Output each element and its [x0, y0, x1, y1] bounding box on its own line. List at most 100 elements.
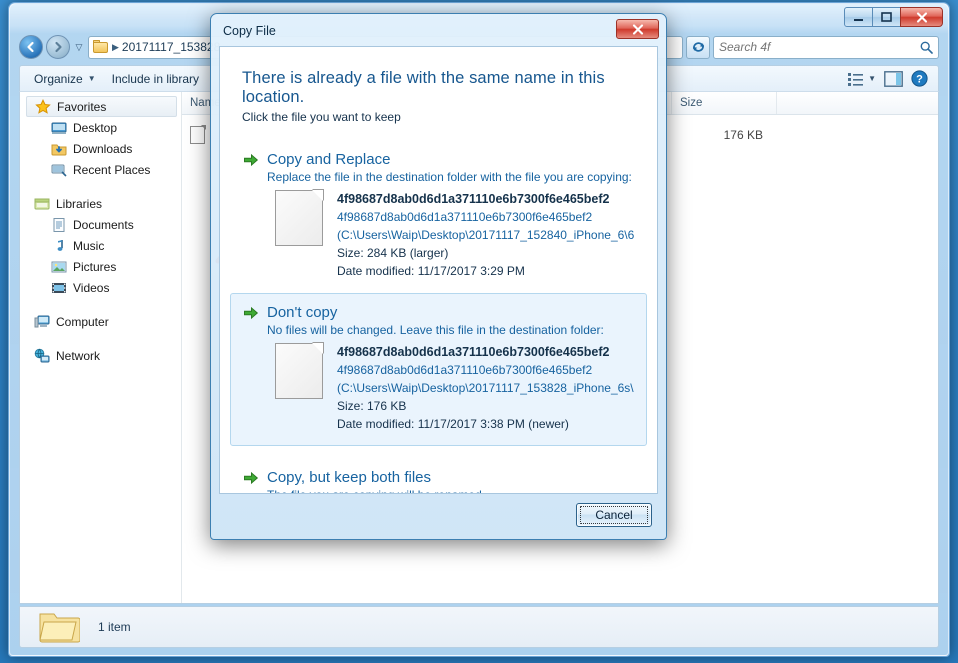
file-subname: 4f98687d8ab0d6d1a371110e6b7300f6e465bef2 [337, 210, 593, 224]
libraries-icon [34, 196, 50, 212]
sidebar-item-label: Documents [73, 217, 134, 232]
recent-places-icon [51, 162, 67, 178]
dialog-footer: Cancel [576, 503, 652, 527]
svg-text:?: ? [916, 73, 923, 85]
preview-pane-icon[interactable] [884, 70, 903, 87]
file-size: Size: 176 KB [337, 399, 407, 413]
sidebar-item-label: Computer [56, 314, 109, 329]
minimize-icon[interactable] [844, 7, 873, 27]
green-arrow-icon [243, 305, 259, 321]
option-description: Replace the file in the destination fold… [267, 170, 632, 184]
sidebar-item-label: Downloads [73, 141, 133, 156]
chevron-down-icon: ▼ [87, 74, 96, 83]
search-input[interactable] [719, 40, 920, 54]
close-icon[interactable] [616, 19, 659, 39]
file-path: (C:\Users\Waip\Desktop\20171117_152840_i… [337, 228, 634, 242]
organize-label: Organize [34, 71, 83, 86]
view-chevron-down-icon[interactable]: ▼ [868, 74, 876, 83]
maximize-icon[interactable] [872, 7, 901, 27]
green-arrow-icon [243, 470, 259, 486]
file-path: (C:\Users\Waip\Desktop\20171117_153828_i… [337, 381, 634, 395]
sidebar-item-label: Recent Places [73, 162, 151, 177]
organize-button[interactable]: Organize ▼ [26, 69, 104, 89]
sidebar-item-desktop[interactable]: Desktop [20, 117, 181, 138]
dialog-subheading: Click the file you want to keep [242, 110, 401, 124]
computer-icon [34, 314, 50, 330]
option-copy-keep-both[interactable]: Copy, but keep both files The file you a… [230, 458, 647, 493]
dialog-titlebar[interactable]: Copy File [211, 14, 666, 46]
close-icon[interactable] [900, 7, 943, 27]
sidebar-item-recent-places[interactable]: Recent Places [20, 159, 181, 180]
file-name: 4f98687d8ab0d6d1a371110e6b7300f6e465bef2 [337, 192, 610, 206]
search-box[interactable] [713, 35, 939, 59]
status-text: 1 item [98, 620, 131, 634]
status-bar: 1 item [19, 606, 939, 648]
option-title-row: Copy, but keep both files [243, 469, 634, 487]
back-arrow-icon[interactable] [19, 35, 43, 59]
include-in-library-label: Include in library [111, 71, 199, 86]
option-title: Don't copy [267, 304, 338, 321]
dialog-body: There is already a file with the same na… [219, 46, 658, 494]
copy-file-dialog: Copy File There is already a file with t… [210, 13, 667, 540]
forward-arrow-icon[interactable] [46, 35, 70, 59]
refresh-icon[interactable] [686, 35, 710, 59]
file-date-modified: Date modified: 11/17/2017 3:29 PM [337, 264, 525, 278]
option-description: No files will be changed. Leave this fil… [267, 323, 604, 337]
option-title-row: Don't copy [243, 304, 634, 322]
sidebar-item-computer[interactable]: Computer [20, 311, 181, 332]
option-title-row: Copy and Replace [243, 151, 634, 169]
sidebar-item-network[interactable]: Network [20, 345, 181, 366]
change-view-button[interactable]: ▼ [848, 72, 876, 86]
history-dropdown-icon[interactable]: ▽ [73, 42, 85, 53]
sidebar-item-label: Favorites [57, 99, 107, 114]
document-icon [275, 342, 324, 399]
sidebar-item-label: Pictures [73, 259, 117, 274]
option-detail: 4f98687d8ab0d6d1a371110e6b7300f6e465bef2… [243, 342, 634, 433]
document-icon [190, 125, 206, 144]
file-size: Size: 284 KB (larger) [337, 246, 449, 260]
breadcrumb[interactable]: 20171117_153828 [122, 40, 220, 54]
folder-icon [38, 610, 81, 644]
sidebar-item-label: Videos [73, 280, 110, 295]
sidebar-item-videos[interactable]: Videos [20, 277, 181, 298]
file-metadata: 4f98687d8ab0d6d1a371110e6b7300f6e465bef2… [337, 190, 634, 280]
sidebar-item-pictures[interactable]: Pictures [20, 256, 181, 277]
desktop-icon [51, 120, 67, 136]
sidebar-item-favorites[interactable]: Favorites [26, 96, 177, 117]
sidebar-item-music[interactable]: Music [20, 235, 181, 256]
file-metadata: 4f98687d8ab0d6d1a371110e6b7300f6e465bef2… [337, 343, 634, 433]
sidebar-item-label: Desktop [73, 120, 118, 135]
sidebar-item-label: Music [73, 238, 105, 253]
include-in-library-button[interactable]: Include in library [104, 69, 207, 89]
dialog-title: Copy File [223, 24, 276, 38]
file-date-modified: Date modified: 11/17/2017 3:38 PM (newer… [337, 417, 569, 431]
option-description: The file you are copying will be renamed [243, 487, 634, 493]
sidebar-item-downloads[interactable]: Downloads [20, 138, 181, 159]
document-icon [275, 189, 324, 246]
star-icon [35, 98, 51, 115]
window-buttons [844, 7, 943, 27]
green-arrow-icon [243, 152, 259, 168]
network-icon [34, 348, 50, 364]
file-size-cell: 176 KB [723, 128, 763, 142]
sidebar-item-documents[interactable]: Documents [20, 214, 181, 235]
navigation-pane: Favorites Desktop Downloads Recent Place… [20, 92, 182, 603]
cancel-button-label: Cancel [580, 506, 648, 524]
command-bar-right: ▼ ? [848, 70, 932, 87]
music-icon [51, 238, 67, 254]
option-dont-copy[interactable]: Don't copy No files will be changed. Lea… [230, 293, 647, 446]
option-detail: 4f98687d8ab0d6d1a371110e6b7300f6e465bef2… [243, 189, 634, 280]
videos-icon [51, 280, 67, 296]
dialog-heading: There is already a file with the same na… [242, 69, 605, 106]
file-subname: 4f98687d8ab0d6d1a371110e6b7300f6e465bef2 [337, 363, 593, 377]
cancel-button[interactable]: Cancel [576, 503, 652, 527]
sidebar-item-label: Network [56, 348, 101, 363]
help-icon[interactable]: ? [911, 70, 928, 87]
column-header-spacer [777, 92, 938, 114]
sidebar-item-libraries[interactable]: Libraries [20, 193, 181, 214]
column-header-size[interactable]: Size [672, 92, 777, 114]
sidebar-item-label: Libraries [56, 196, 103, 211]
option-copy-and-replace[interactable]: Copy and Replace Replace the file in the… [230, 140, 647, 293]
